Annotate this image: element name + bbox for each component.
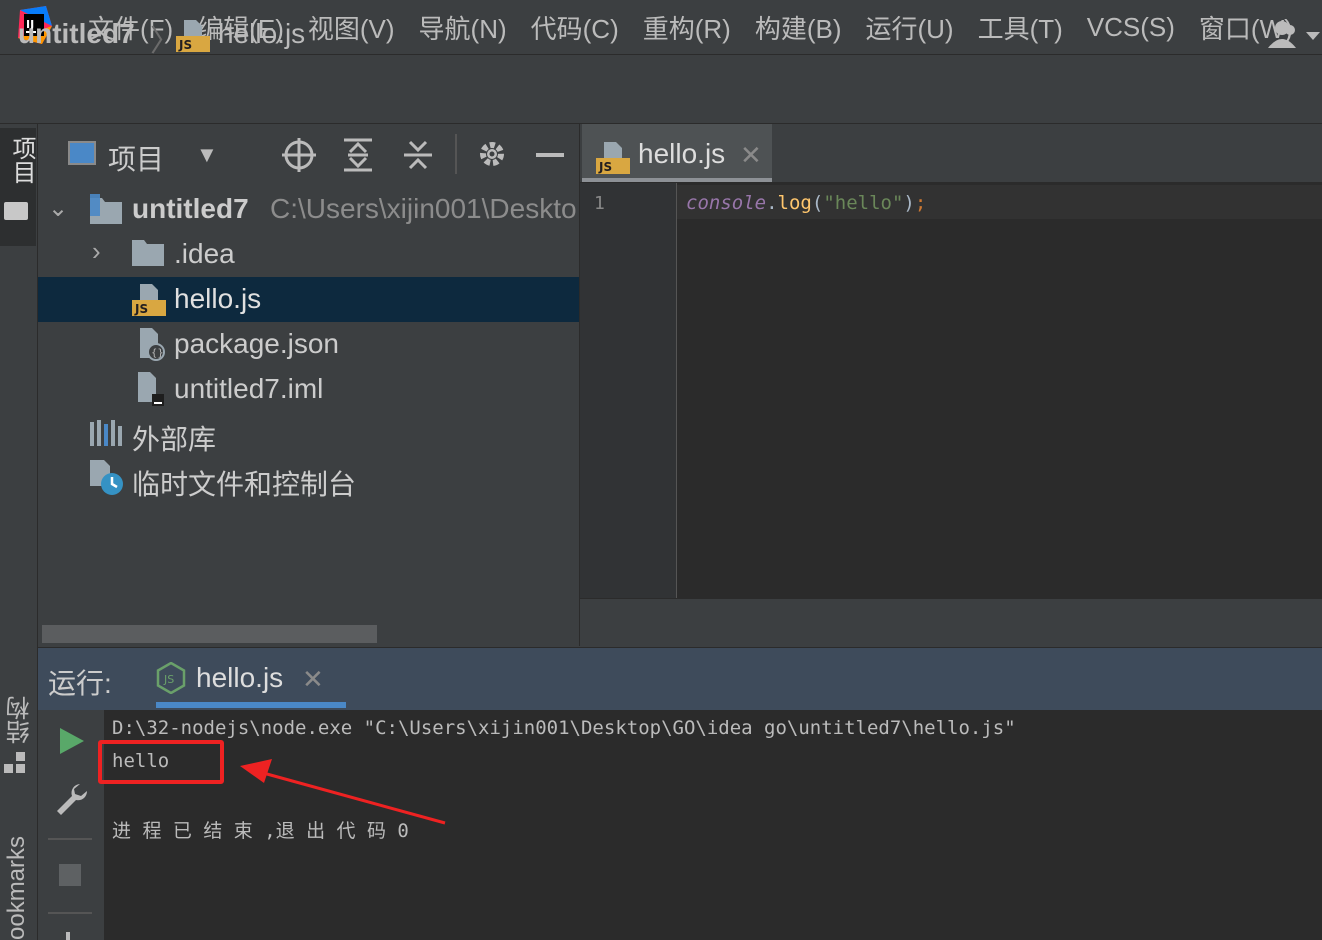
menu-tools[interactable]: 工具(T)	[966, 9, 1075, 46]
structure-icon	[4, 752, 25, 773]
menu-run[interactable]: 运行(U)	[854, 9, 966, 46]
svg-text:JS: JS	[134, 302, 148, 316]
menu-refactor[interactable]: 重构(R)	[631, 9, 743, 46]
svg-text:JS: JS	[163, 673, 174, 686]
code-token-lparen: (	[811, 192, 824, 214]
code-token-function: log	[777, 192, 812, 214]
gear-icon[interactable]	[476, 138, 508, 170]
js-file-icon: JS	[596, 142, 630, 174]
nodejs-icon: JS	[156, 662, 186, 694]
code-editor[interactable]	[580, 183, 1322, 598]
tree-row-hello-js[interactable]	[38, 277, 579, 322]
editor-gutter	[580, 183, 677, 598]
console-command-line: D:\32-nodejs\node.exe "C:\Users\xijin001…	[112, 717, 1016, 739]
horizontal-scrollbar[interactable]	[42, 625, 377, 643]
project-tool-label: 项目	[8, 136, 35, 184]
chevron-right-icon[interactable]: ›	[92, 236, 101, 267]
chevron-down-icon[interactable]: ⌄	[48, 194, 68, 223]
svg-text:JS: JS	[598, 160, 612, 174]
library-icon	[90, 420, 122, 446]
js-file-icon: JS	[176, 20, 210, 52]
editor-tab-label: hello.js	[638, 138, 726, 169]
code-token-object: console	[686, 192, 767, 214]
rerun-play-icon[interactable]	[58, 726, 86, 756]
js-file-icon: JS	[132, 284, 166, 316]
menu-view[interactable]: 视图(V)	[296, 9, 407, 46]
project-panel-title[interactable]: 项目	[108, 138, 164, 178]
folder-icon	[4, 202, 28, 220]
left-tool-strip	[0, 124, 38, 940]
close-icon[interactable]: ✕	[302, 664, 324, 695]
run-panel-label: 运行:	[48, 668, 112, 699]
breadcrumb-project[interactable]: untitled7	[18, 18, 135, 50]
breadcrumb-file[interactable]: hello.js	[218, 18, 305, 50]
menu-vcs[interactable]: VCS(S)	[1075, 12, 1187, 43]
tree-root-path: C:\Users\xijin001\Deskto	[270, 193, 577, 224]
editor-bottom-area	[580, 598, 1322, 647]
annotation-highlight-box	[98, 740, 224, 784]
tree-row-idea[interactable]	[38, 232, 579, 277]
scratch-clock-icon	[90, 460, 123, 495]
bookmarks-tool-button[interactable]: ookmarks	[3, 826, 31, 940]
code-token-rparen: )	[903, 192, 915, 214]
tree-item-scratches: 临时文件和控制台	[132, 469, 357, 500]
json-file-icon: {}	[140, 328, 165, 361]
run-tab-label[interactable]: hello.js	[196, 662, 283, 694]
iml-file-icon	[138, 372, 164, 406]
collapse-all-icon[interactable]	[402, 138, 434, 172]
tree-item-external-libraries: 外部库	[132, 424, 217, 455]
module-folder-icon	[90, 194, 122, 224]
stop-icon[interactable]	[59, 864, 81, 886]
locate-target-icon[interactable]	[282, 138, 316, 172]
tree-item-package-json: package.json	[174, 328, 340, 359]
active-tab-indicator	[582, 178, 772, 182]
toolbar-divider	[455, 134, 457, 174]
tree-root-name: untitled7	[132, 193, 249, 224]
toolbar-divider	[48, 912, 92, 914]
menu-build[interactable]: 构建(B)	[743, 9, 854, 46]
svg-text:JS: JS	[178, 38, 192, 52]
menu-code[interactable]: 代码(C)	[519, 9, 631, 46]
navigation-bar	[0, 55, 1322, 124]
code-token-dot: .	[766, 192, 778, 214]
tree-item-iml: untitled7.iml	[174, 373, 324, 404]
close-icon[interactable]: ✕	[740, 140, 762, 171]
minimize-icon[interactable]	[536, 153, 564, 157]
line-number: 1	[594, 193, 605, 214]
svg-text:{}: {}	[151, 348, 164, 359]
tree-item-hello-js: hello.js	[174, 283, 262, 314]
wrench-icon[interactable]	[54, 782, 88, 816]
expand-all-icon[interactable]	[342, 138, 374, 172]
code-line[interactable]: console.log("hello");	[686, 192, 926, 214]
folder-icon	[132, 240, 164, 266]
user-icon[interactable]	[1268, 20, 1322, 50]
structure-tool-button[interactable]: 结构	[3, 696, 38, 744]
chevron-down-icon[interactable]: ▼	[196, 142, 218, 168]
annotation-arrow-icon	[240, 759, 446, 825]
code-token-string: "hello"	[823, 192, 904, 214]
tree-item-idea: .idea	[174, 238, 235, 269]
toolbar-divider	[48, 838, 92, 840]
code-token-semicolon: ;	[914, 192, 927, 214]
project-view-icon	[68, 141, 96, 165]
menu-navigate[interactable]: 导航(N)	[407, 9, 519, 46]
active-run-tab-indicator	[156, 702, 346, 708]
scroll-to-end-icon[interactable]	[56, 932, 80, 940]
